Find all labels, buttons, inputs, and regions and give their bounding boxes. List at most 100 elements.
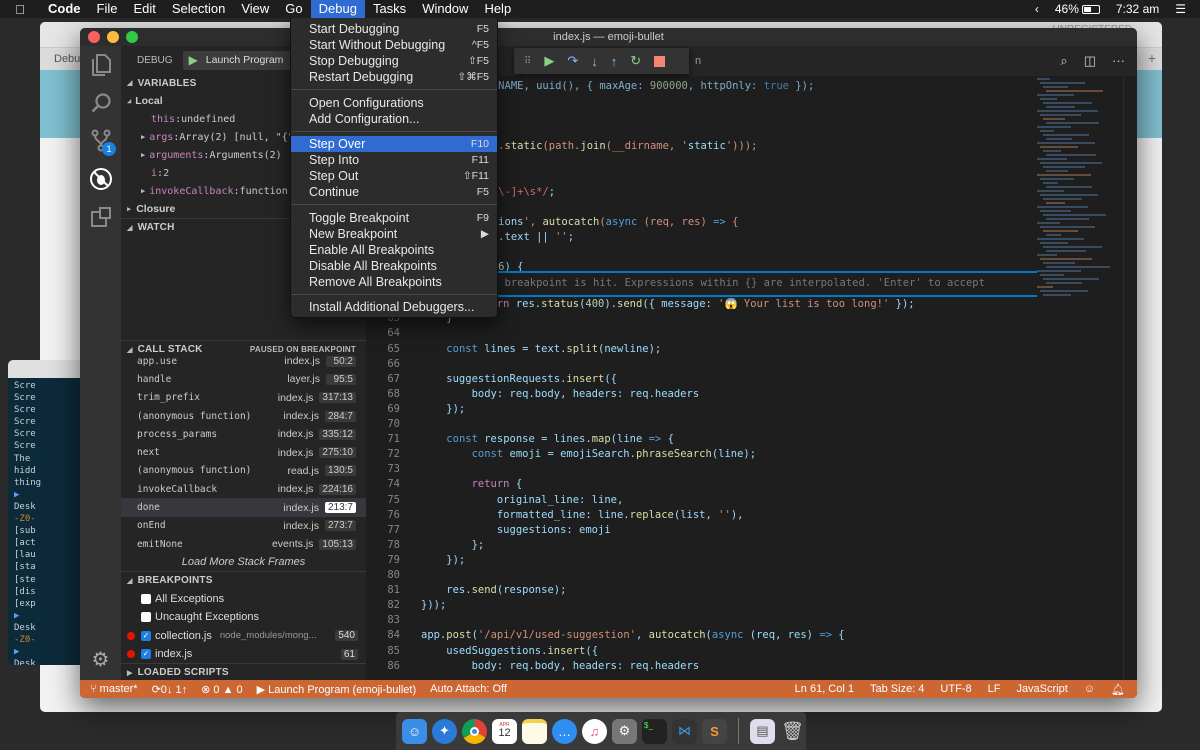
breakpoint-row[interactable]: ✓ index.js 61: [121, 645, 366, 664]
breakpoints-section-header[interactable]: ◢ BREAKPOINTS: [121, 571, 366, 590]
dock-calendar-icon[interactable]: APR 12: [492, 718, 517, 744]
continue-icon[interactable]: ▶: [544, 53, 554, 69]
stack-frame-row[interactable]: handle layer.js 95:5: [121, 370, 366, 388]
explorer-icon[interactable]: [80, 46, 121, 84]
menu-edit[interactable]: Edit: [125, 0, 163, 18]
stack-frame-row[interactable]: app.use index.js 50:2: [121, 352, 366, 370]
start-debugging-play-icon[interactable]: ▶: [189, 53, 198, 67]
zoom-window-button[interactable]: [126, 31, 138, 43]
auto-attach-status[interactable]: Auto Attach: Off: [430, 683, 507, 695]
stack-frame-row[interactable]: invokeCallback index.js 224:16: [121, 480, 366, 498]
menu-item-start-debugging[interactable]: Start Debugging F5: [291, 21, 497, 37]
stack-frame-row[interactable]: next index.js 275:10: [121, 443, 366, 461]
menu-go[interactable]: Go: [277, 0, 310, 18]
drag-handle-icon[interactable]: ⠿: [524, 56, 531, 67]
dock-safari-icon[interactable]: ✦: [432, 718, 457, 744]
stack-frame-row[interactable]: onEnd index.js 273:7: [121, 517, 366, 535]
editor-scrollbar[interactable]: [1123, 76, 1137, 680]
debug-icon[interactable]: [80, 160, 121, 198]
menu-debug[interactable]: Debug: [310, 0, 365, 18]
stack-frame-row[interactable]: emitNone events.js 105:13: [121, 535, 366, 553]
menu-item-stop-debugging[interactable]: Stop Debugging ⇧F5: [291, 53, 497, 69]
launch-status[interactable]: ▶ Launch Program (emoji-bullet): [257, 683, 416, 696]
breakpoint-checkbox[interactable]: [141, 593, 151, 604]
open-changes-icon[interactable]: ⌕: [1060, 53, 1067, 69]
dock-vscode-icon[interactable]: ⋈: [672, 718, 697, 744]
menu-item-add-configuration[interactable]: Add Configuration...: [291, 111, 497, 127]
step-into-icon[interactable]: ↓: [591, 54, 598, 69]
menu-item-disable-all-breakpoints[interactable]: Disable All Breakpoints: [291, 258, 497, 274]
search-icon[interactable]: [80, 84, 121, 122]
menu-tasks[interactable]: Tasks: [365, 0, 414, 18]
dock-notes-icon[interactable]: [522, 718, 547, 744]
more-actions-icon[interactable]: ···: [1112, 53, 1125, 69]
battery-status[interactable]: 46%: [1055, 2, 1100, 16]
tab-size[interactable]: Tab Size: 4: [870, 683, 924, 695]
dock-documents-icon[interactable]: ▤: [750, 718, 775, 744]
clock[interactable]: 7:32 am: [1116, 2, 1159, 16]
restart-icon[interactable]: ↻: [630, 53, 641, 69]
menu-help[interactable]: Help: [476, 0, 519, 18]
feedback-smiley-icon[interactable]: ☺: [1084, 683, 1095, 695]
breakpoint-row[interactable]: ✓ collection.js node_modules/mong... 540: [121, 626, 366, 645]
extensions-icon[interactable]: [80, 198, 121, 236]
menu-item-step-into[interactable]: Step Into F11: [291, 152, 497, 168]
dock-chrome-icon[interactable]: [462, 718, 487, 744]
menu-item-enable-all-breakpoints[interactable]: Enable All Breakpoints: [291, 242, 497, 258]
end-of-line[interactable]: LF: [988, 683, 1001, 695]
sync-status[interactable]: ⟳0↓ 1↑: [152, 683, 188, 696]
dock-sublime-icon[interactable]: S: [702, 718, 727, 744]
settings-gear-icon[interactable]: ⚙: [80, 647, 121, 672]
breakpoint-checkbox[interactable]: [141, 612, 151, 623]
stack-frame-row[interactable]: process_params index.js 335:12: [121, 425, 366, 443]
menu-window[interactable]: Window: [414, 0, 476, 18]
load-more-stack-frames-link[interactable]: Load More Stack Frames: [121, 553, 366, 571]
dock-messages-icon[interactable]: …: [552, 718, 577, 744]
notifications-bell-icon[interactable]: 🔔︎: [1111, 683, 1125, 696]
split-editor-icon[interactable]: ◫: [1084, 53, 1096, 69]
encoding[interactable]: UTF-8: [940, 683, 971, 695]
stack-frame-row[interactable]: (anonymous function) read.js 130:5: [121, 462, 366, 480]
menu-view[interactable]: View: [233, 0, 277, 18]
menu-item-remove-all-breakpoints[interactable]: Remove All Breakpoints: [291, 274, 497, 290]
breakpoint-row[interactable]: Uncaught Exceptions: [121, 608, 366, 627]
step-out-icon[interactable]: ↑: [611, 54, 618, 69]
menu-item-new-breakpoint[interactable]: New Breakpoint ▶: [291, 226, 497, 242]
menu-item-continue[interactable]: Continue F5: [291, 184, 497, 200]
dock-trash-icon[interactable]: 🗑︎: [780, 719, 805, 744]
menu-item-step-over[interactable]: Step Over F10: [291, 136, 497, 152]
menu-item-start-without-debugging[interactable]: Start Without Debugging ^F5: [291, 37, 497, 53]
dock-finder-icon[interactable]: ☺: [402, 718, 427, 744]
stop-icon[interactable]: [654, 55, 666, 67]
language-mode[interactable]: JavaScript: [1016, 683, 1067, 695]
dock-terminal-icon[interactable]: $_: [642, 718, 667, 744]
stack-frame-row[interactable]: trim_prefix index.js 317:13: [121, 389, 366, 407]
stack-frame-row[interactable]: (anonymous function) index.js 284:7: [121, 407, 366, 425]
apple-menu-icon[interactable]: : [0, 2, 40, 17]
menu-item-restart-debugging[interactable]: Restart Debugging ⇧⌘F5: [291, 69, 497, 85]
menu-item-open-configurations[interactable]: Open Configurations: [291, 95, 497, 111]
menubar-chevron-icon[interactable]: ‹: [1035, 2, 1039, 16]
cursor-position[interactable]: Ln 61, Col 1: [795, 683, 854, 695]
source-control-icon[interactable]: 1: [80, 122, 121, 160]
breakpoint-row[interactable]: All Exceptions: [121, 589, 366, 608]
minimize-window-button[interactable]: [107, 31, 119, 43]
breakpoint-checkbox[interactable]: ✓: [141, 649, 151, 660]
menu-file[interactable]: File: [89, 0, 126, 18]
notification-center-icon[interactable]: ☰: [1175, 2, 1186, 16]
new-tab-icon[interactable]: +: [1148, 50, 1156, 66]
close-window-button[interactable]: [88, 31, 100, 43]
problems-status[interactable]: ⊗ 0 ▲ 0: [201, 683, 243, 696]
dock-system-preferences-icon[interactable]: ⚙: [612, 718, 637, 744]
menu-item-toggle-breakpoint[interactable]: Toggle Breakpoint F9: [291, 210, 497, 226]
dock-itunes-icon[interactable]: ♫: [582, 718, 607, 744]
stack-frame-row[interactable]: done index.js 213:7: [121, 498, 366, 517]
breakpoint-checkbox[interactable]: ✓: [141, 630, 151, 641]
step-over-icon[interactable]: ↷: [567, 53, 578, 69]
menu-code[interactable]: Code: [40, 0, 89, 18]
menu-item-step-out[interactable]: Step Out ⇧F11: [291, 168, 497, 184]
menu-selection[interactable]: Selection: [164, 0, 233, 18]
minimap[interactable]: [1037, 76, 1123, 316]
menu-item-install-additional-debuggers[interactable]: Install Additional Debuggers...: [291, 299, 497, 315]
branch-status[interactable]: ⑂ master*: [90, 683, 138, 695]
